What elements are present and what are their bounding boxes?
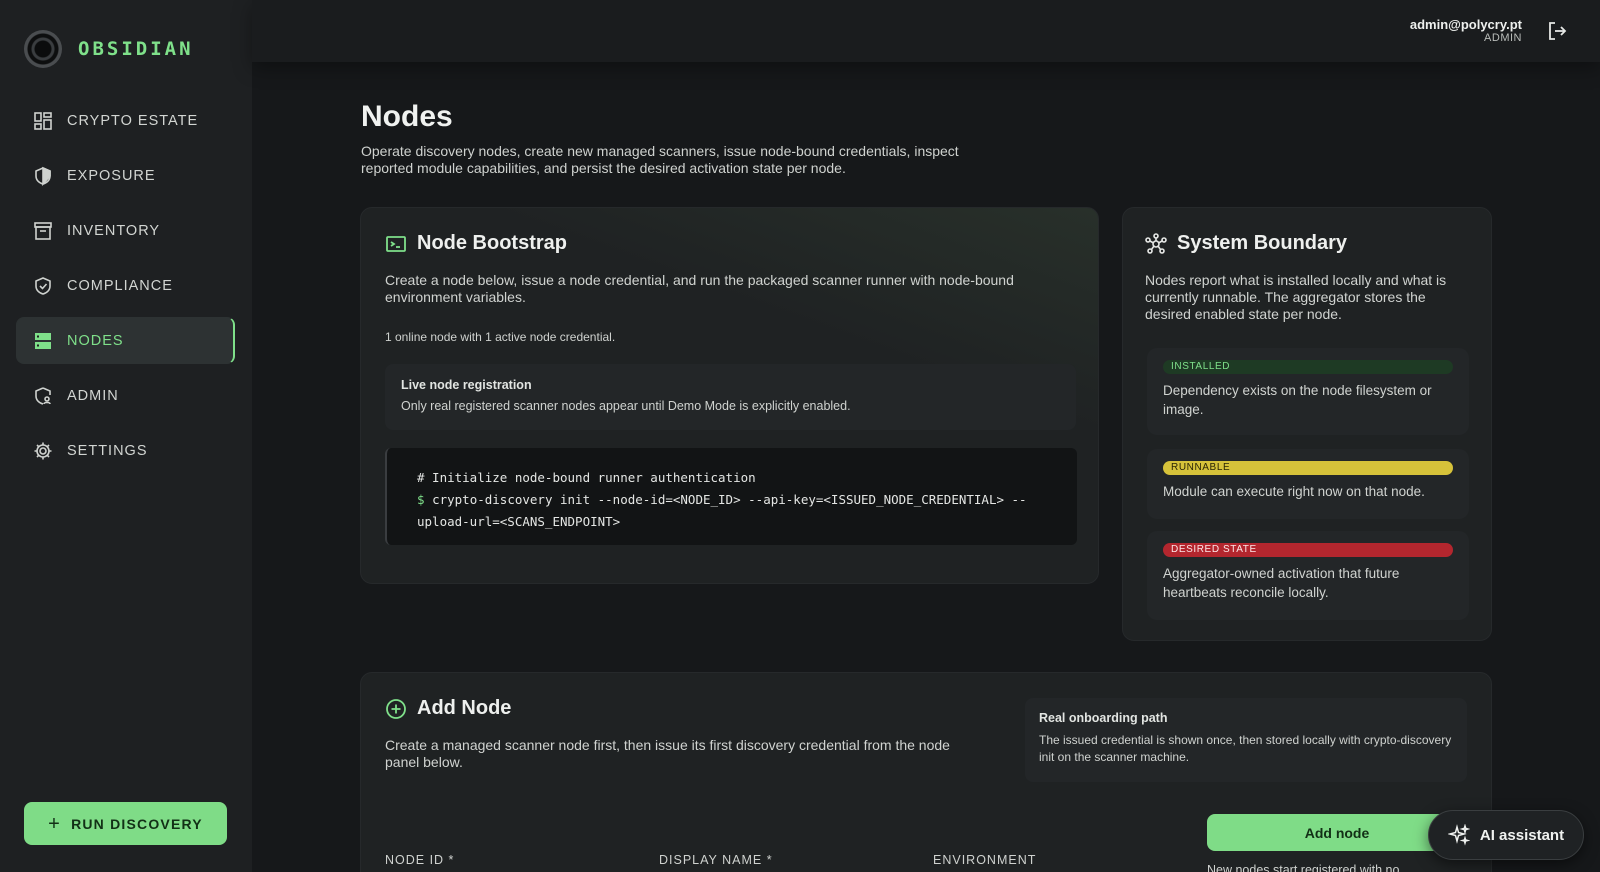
sidebar: OBSIDIAN CRYPTO ESTATE EXPOSURE INVENTOR… xyxy=(0,0,252,872)
code-command-continued: upload-url=<SCANS_ENDPOINT> xyxy=(417,514,621,529)
user-info: admin@polycry.pt ADMIN xyxy=(1410,17,1522,44)
obsidian-logo-icon xyxy=(24,30,62,68)
archive-icon xyxy=(34,221,52,240)
status-badge: RUNNABLE xyxy=(1163,461,1453,475)
node-status-text: 1 online node with 1 active node credent… xyxy=(385,330,616,344)
state-description: Dependency exists on the node filesystem… xyxy=(1163,383,1432,417)
display-name-label: DISPLAY NAME * xyxy=(659,853,773,867)
system-boundary-card: System Boundary Nodes report what is ins… xyxy=(1122,207,1492,641)
page-subtitle: Operate discovery nodes, create new mana… xyxy=(361,143,959,176)
ai-assistant-label: AI assistant xyxy=(1479,826,1565,844)
logout-icon[interactable] xyxy=(1546,20,1568,42)
user-role: ADMIN xyxy=(1484,32,1522,44)
shield-user-icon xyxy=(35,386,51,405)
sidebar-item-compliance[interactable]: COMPLIANCE xyxy=(16,262,235,309)
brand[interactable]: OBSIDIAN xyxy=(24,30,194,68)
run-discovery-button[interactable]: + RUN DISCOVERY xyxy=(24,802,227,845)
node-bootstrap-description: Create a node below, issue a node creden… xyxy=(385,272,1014,305)
sidebar-item-label: INVENTORY xyxy=(67,222,161,239)
add-node-description: Create a managed scanner node first, the… xyxy=(385,737,950,770)
top-bar: admin@polycry.pt ADMIN xyxy=(252,0,1600,62)
add-node-header: Add Node xyxy=(385,697,511,720)
user-email: admin@polycry.pt xyxy=(1409,17,1522,32)
shield-icon xyxy=(35,166,51,186)
sidebar-item-exposure[interactable]: EXPOSURE xyxy=(16,152,235,199)
ai-assistant-button[interactable]: AI assistant xyxy=(1428,810,1584,860)
sidebar-item-label: ADMIN xyxy=(67,387,119,404)
brand-name: OBSIDIAN xyxy=(78,38,194,60)
node-bootstrap-card: Node Bootstrap Create a node below, issu… xyxy=(360,207,1099,584)
plus-icon: + xyxy=(48,812,62,835)
live-registration-text: Only real registered scanner nodes appea… xyxy=(401,399,851,413)
sidebar-item-label: COMPLIANCE xyxy=(67,277,173,294)
add-node-title: Add Node xyxy=(417,697,512,719)
network-icon xyxy=(1145,232,1167,254)
sidebar-nav: CRYPTO ESTATE EXPOSURE INVENTORY COMPLIA… xyxy=(16,97,235,482)
code-comment: # Initialize node-bound runner authentic… xyxy=(417,470,756,485)
sidebar-item-admin[interactable]: ADMIN xyxy=(16,372,235,419)
system-boundary-title: System Boundary xyxy=(1177,232,1348,254)
status-badge: INSTALLED xyxy=(1163,360,1453,374)
code-block[interactable]: # Initialize node-bound runner authentic… xyxy=(385,448,1077,545)
sidebar-item-label: CRYPTO ESTATE xyxy=(67,112,199,129)
add-node-note: New nodes start registered with no xyxy=(1207,863,1400,872)
node-bootstrap-title: Node Bootstrap xyxy=(417,232,567,254)
system-boundary-description: Nodes report what is installed locally a… xyxy=(1145,272,1447,322)
terminal-icon xyxy=(386,235,406,252)
sidebar-item-settings[interactable]: SETTINGS xyxy=(16,427,235,474)
state-description: Module can execute right now on that nod… xyxy=(1163,484,1425,499)
sidebar-item-nodes[interactable]: NODES xyxy=(16,317,235,364)
add-node-card: Add Node Create a managed scanner node f… xyxy=(360,672,1492,872)
system-boundary-header: System Boundary xyxy=(1145,232,1347,255)
live-registration-box: Live node registration Only real registe… xyxy=(385,364,1076,430)
onboarding-text: The issued credential is shown once, the… xyxy=(1039,733,1452,764)
plus-circle-icon xyxy=(386,698,406,719)
node-bootstrap-header: Node Bootstrap xyxy=(385,232,567,255)
environment-label: ENVIRONMENT xyxy=(933,853,1037,867)
sidebar-item-label: NODES xyxy=(67,332,124,349)
state-installed: INSTALLED Dependency exists on the node … xyxy=(1147,348,1469,435)
gear-icon xyxy=(34,442,52,459)
sidebar-item-inventory[interactable]: INVENTORY xyxy=(16,207,235,254)
code-prompt: $ xyxy=(417,492,425,507)
status-badge: DESIRED STATE xyxy=(1163,543,1453,557)
sidebar-item-crypto-estate[interactable]: CRYPTO ESTATE xyxy=(16,97,235,144)
code-command-line: $ crypto-discovery init --node-id=<NODE_… xyxy=(417,489,1047,511)
onboarding-title: Real onboarding path xyxy=(1039,711,1168,725)
grid-icon xyxy=(34,111,52,130)
server-icon xyxy=(35,332,51,349)
live-registration-title: Live node registration xyxy=(401,378,532,392)
run-discovery-label: RUN DISCOVERY xyxy=(71,815,203,832)
state-runnable: RUNNABLE Module can execute right now on… xyxy=(1147,449,1469,519)
sidebar-item-label: SETTINGS xyxy=(67,442,148,459)
shield-check-icon xyxy=(35,276,51,295)
sidebar-item-label: EXPOSURE xyxy=(67,167,156,184)
state-desired: DESIRED STATE Aggregator-owned activatio… xyxy=(1147,531,1469,620)
code-command: crypto-discovery init --node-id=<NODE_ID… xyxy=(432,492,1027,507)
sparkles-icon xyxy=(1447,824,1470,846)
state-description: Aggregator-owned activation that future … xyxy=(1163,566,1400,600)
node-id-label: NODE ID * xyxy=(385,853,455,867)
onboarding-box: Real onboarding path The issued credenti… xyxy=(1025,698,1467,782)
page-title: Nodes xyxy=(361,100,453,133)
